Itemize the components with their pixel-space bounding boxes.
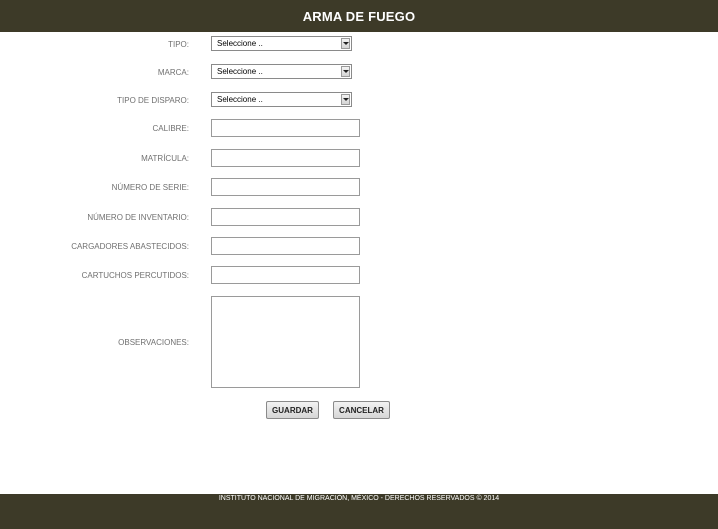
numero-inventario-label: NÚMERO DE INVENTARIO: (87, 213, 189, 222)
page-footer: INSTITUTO NACIONAL DE MIGRACIÓN, MÉXICO … (0, 494, 718, 529)
cargadores-label: CARGADORES ABASTECIDOS: (71, 242, 189, 251)
tipo-disparo-select-value: Seleccione .. (217, 95, 263, 104)
tipo-label: TIPO: (168, 40, 189, 49)
cargadores-input[interactable] (211, 237, 360, 255)
footer-text: INSTITUTO NACIONAL DE MIGRACIÓN, MÉXICO … (218, 495, 500, 502)
numero-serie-label: NÚMERO DE SERIE: (111, 183, 189, 192)
cancelar-button[interactable]: CANCELAR (333, 401, 390, 419)
page-header: ARMA DE FUEGO (0, 0, 718, 32)
chevron-down-icon[interactable] (341, 38, 350, 49)
cartuchos-label: CARTUCHOS PERCUTIDOS: (81, 271, 189, 280)
marca-select[interactable]: Seleccione .. (211, 64, 352, 79)
tipo-disparo-label: TIPO DE DISPARO: (117, 96, 189, 105)
observaciones-textarea[interactable] (211, 296, 360, 388)
matricula-label: MATRÍCULA: (141, 154, 189, 163)
cartuchos-input[interactable] (211, 266, 360, 284)
tipo-disparo-select[interactable]: Seleccione .. (211, 92, 352, 107)
calibre-label: CALIBRE: (152, 124, 189, 133)
marca-select-value: Seleccione .. (217, 67, 263, 76)
page-title: ARMA DE FUEGO (302, 8, 416, 24)
tipo-select[interactable]: Seleccione .. (211, 36, 352, 51)
chevron-down-icon[interactable] (341, 66, 350, 77)
calibre-input[interactable] (211, 119, 360, 137)
tipo-select-value: Seleccione .. (217, 39, 263, 48)
numero-serie-input[interactable] (211, 178, 360, 196)
matricula-input[interactable] (211, 149, 360, 167)
numero-inventario-input[interactable] (211, 208, 360, 226)
page: ARMA DE FUEGO TIPO: Seleccione .. MARCA:… (0, 0, 718, 529)
observaciones-label: OBSERVACIONES: (118, 338, 189, 347)
marca-label: MARCA: (157, 68, 189, 77)
chevron-down-icon[interactable] (341, 94, 350, 105)
guardar-button[interactable]: GUARDAR (266, 401, 319, 419)
